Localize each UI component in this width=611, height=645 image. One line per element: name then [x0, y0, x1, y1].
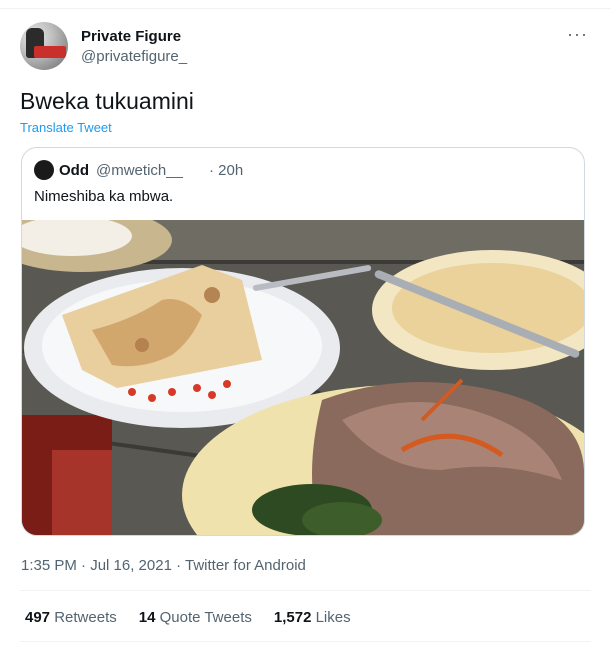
quoted-text: Nimeshiba ka mbwa.	[34, 188, 174, 205]
quoted-time[interactable]: · 20h	[209, 162, 243, 179]
author-avatar[interactable]	[20, 22, 68, 70]
tweet-text: Bweka tukuamini	[20, 88, 194, 114]
quote-tweets-label: Quote Tweets	[159, 609, 252, 626]
more-icon[interactable]: ···	[567, 24, 587, 44]
retweets-stat[interactable]: 497 Retweets	[25, 609, 117, 626]
author-handle[interactable]: @privatefigure_	[81, 48, 187, 65]
quoted-photo[interactable]	[22, 220, 584, 535]
quoted-tweet[interactable]: Odd @mwetich__ · 20h Nimeshiba ka mbwa.	[21, 147, 585, 536]
top-divider	[0, 8, 611, 9]
tweet-stats: 497 Retweets 14 Quote Tweets 1,572 Likes	[25, 609, 351, 626]
likes-stat[interactable]: 1,572 Likes	[274, 609, 351, 626]
likes-count: 1,572	[273, 609, 312, 626]
retweets-count: 497	[25, 609, 51, 626]
likes-label: Likes	[315, 609, 351, 626]
translate-tweet-link[interactable]: Translate Tweet	[20, 120, 112, 135]
quoted-avatar[interactable]	[34, 160, 54, 180]
avatar-badge	[34, 46, 66, 58]
tweet-timestamp[interactable]: 1:35 PM · Jul 16, 2021 · Twitter for And…	[21, 557, 306, 574]
retweets-label: Retweets	[54, 609, 117, 626]
quote-tweets-count: 14	[138, 609, 156, 626]
author-name[interactable]: Private Figure	[81, 28, 181, 45]
quoted-author-name[interactable]: Odd	[59, 162, 89, 179]
divider	[20, 641, 591, 642]
food-photo-illustration	[22, 220, 584, 535]
quote-tweets-stat[interactable]: 14 Quote Tweets	[139, 609, 252, 626]
divider	[20, 590, 591, 591]
quoted-author-handle[interactable]: @mwetich__	[96, 162, 183, 179]
